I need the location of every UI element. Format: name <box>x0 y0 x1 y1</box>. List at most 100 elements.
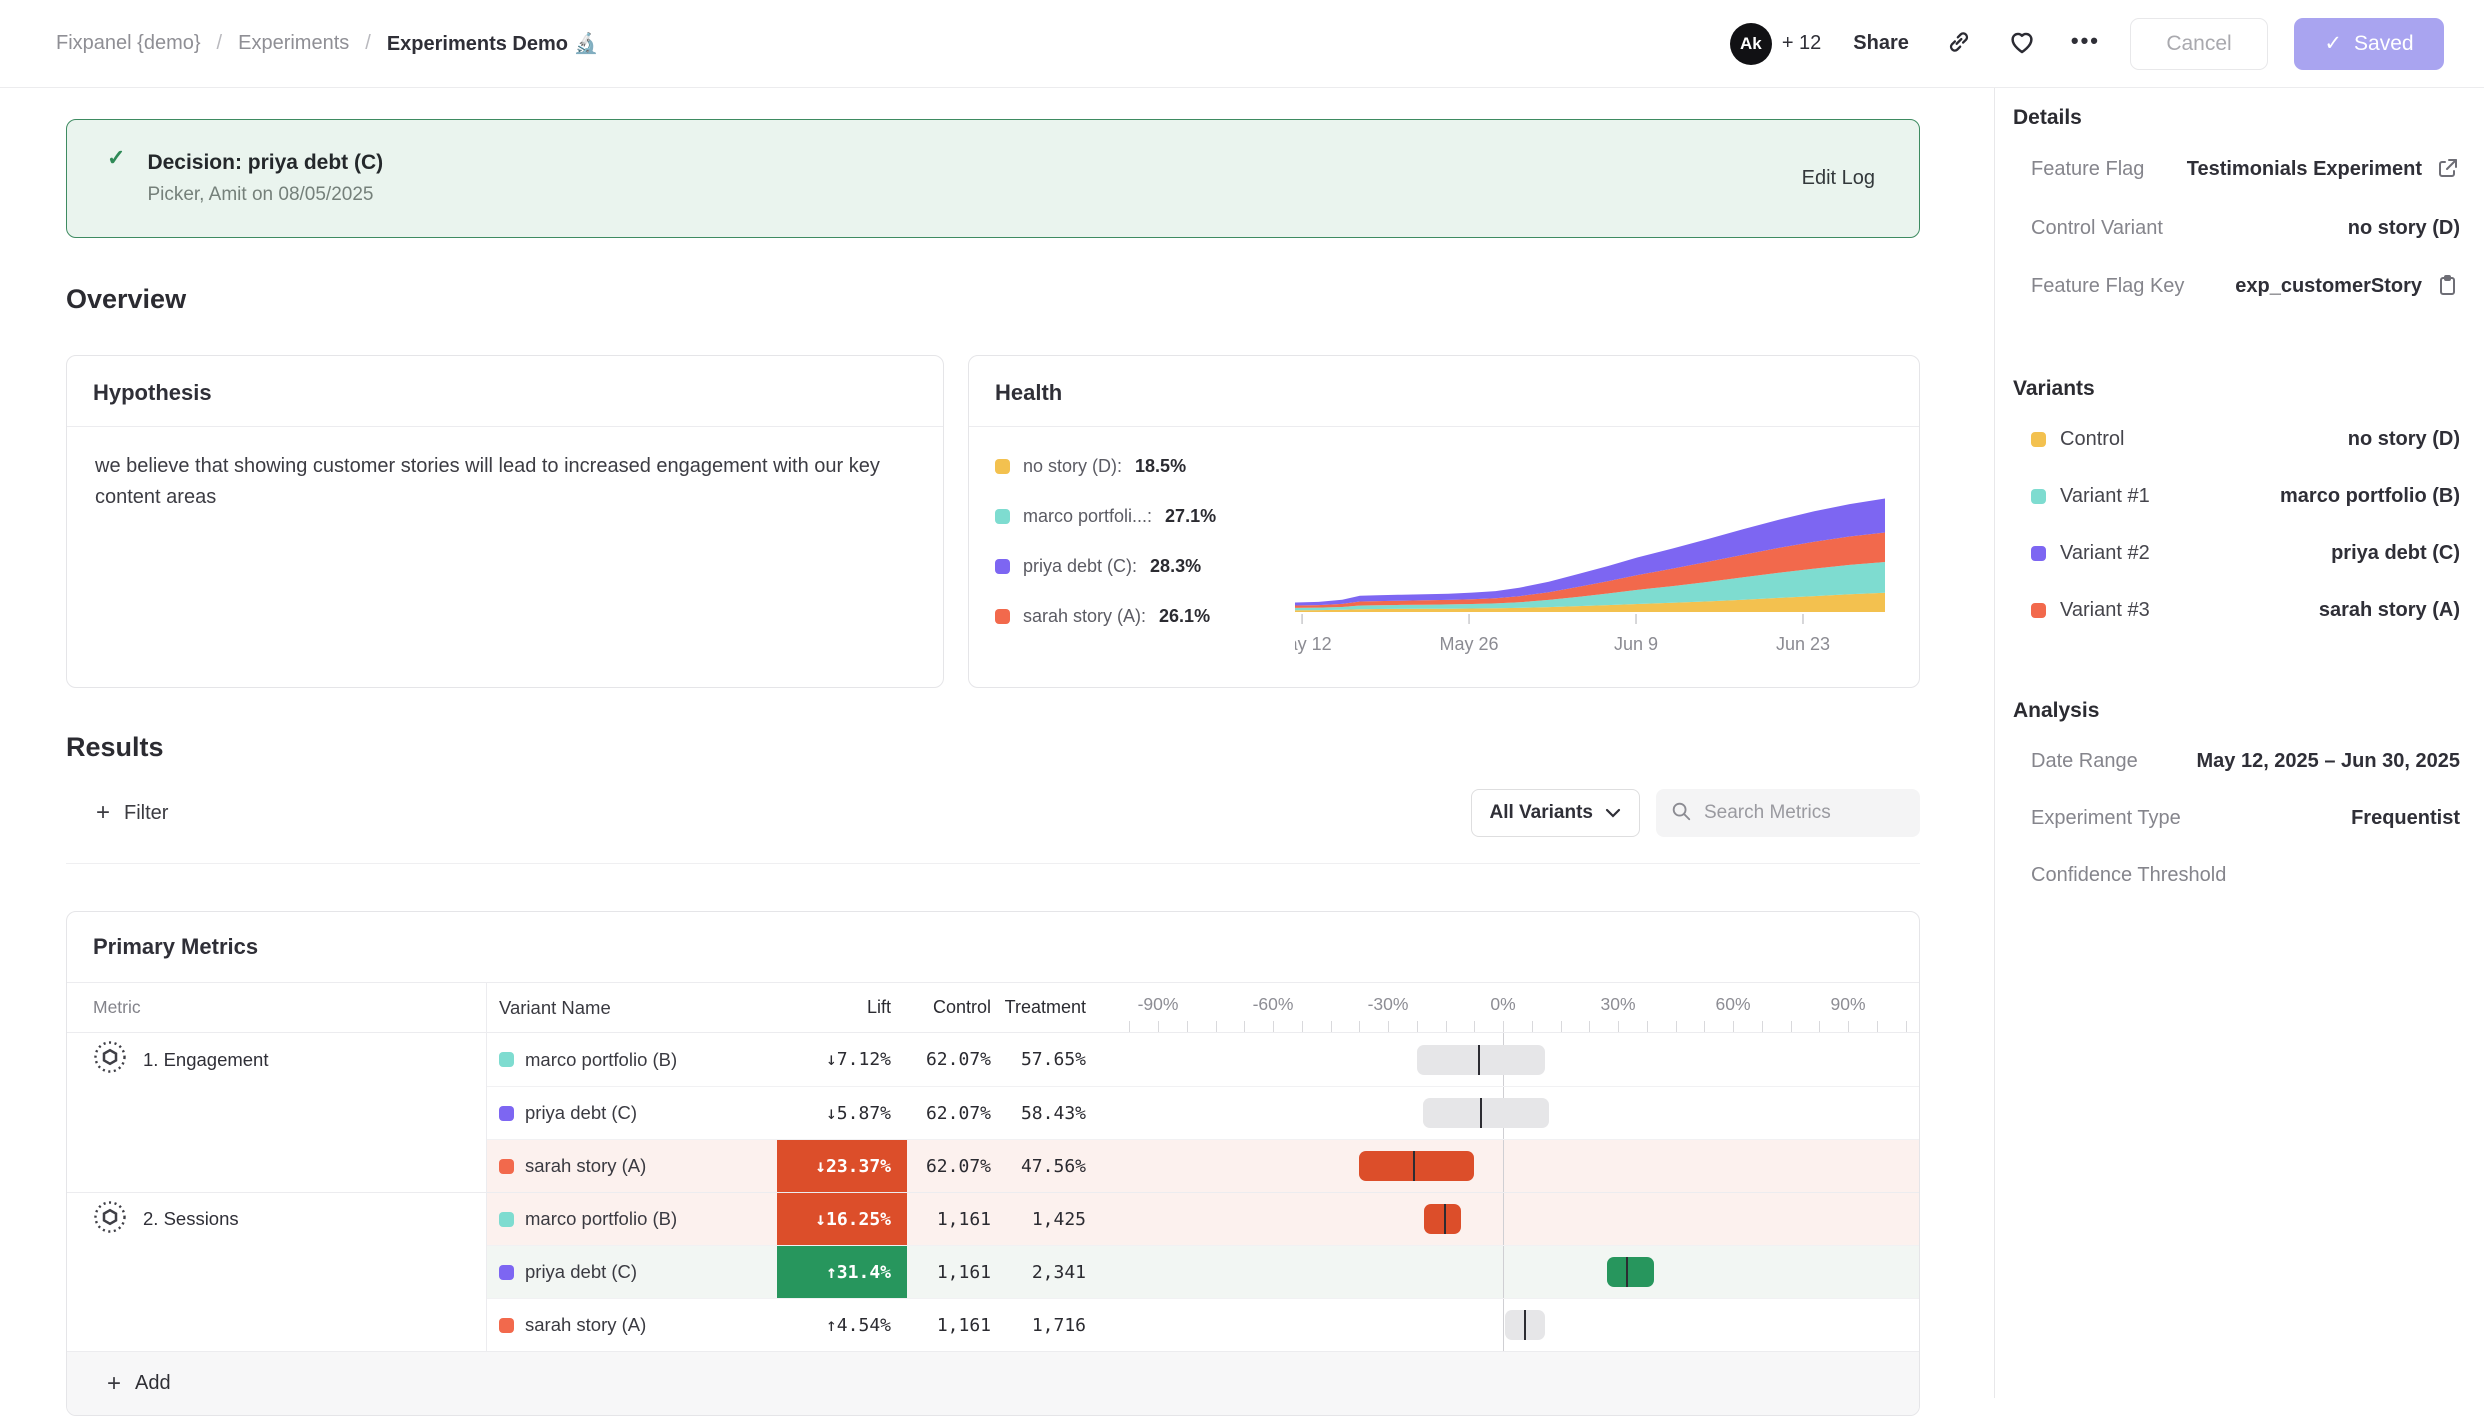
metric-row[interactable]: 2. Sessions marco portfolio (B) ↓16.25%1,1… <box>67 1192 1919 1245</box>
metric-row[interactable]: sarah story (A)↓23.37%62.07%47.56% <box>67 1139 1919 1192</box>
variant-row-left: Variant #3 <box>2031 599 2150 622</box>
breadcrumb-section[interactable]: Experiments <box>238 32 349 55</box>
legend-variant-name: sarah story (A): <box>1023 606 1146 627</box>
decision-banner: ✓ Decision: priya debt (C) Picker, Amit … <box>66 119 1920 238</box>
results-heading: Results <box>66 732 1920 763</box>
health-legend-item: no story (D):18.5% <box>995 456 1295 477</box>
add-metric-label: Add <box>135 1372 171 1395</box>
variant-name-label: priya debt (C) <box>525 1102 637 1124</box>
variant-row-label: Control <box>2060 428 2124 451</box>
metric-cell: 2. Sessions <box>67 1192 487 1245</box>
collaborator-count[interactable]: + 12 <box>1782 32 1821 55</box>
ruler-tick <box>1417 1021 1418 1032</box>
analysis-row-label: Experiment Type <box>2031 807 2181 830</box>
variant-color-swatch <box>995 609 1010 624</box>
ruler-tick <box>1618 1021 1619 1032</box>
variant-row: Variant #3 sarah story (A) <box>2031 598 2460 622</box>
analysis-row: Date RangeMay 12, 2025 – Jun 30, 2025 <box>2031 749 2460 773</box>
health-title: Health <box>969 356 1919 427</box>
breadcrumb-separator: / <box>217 32 223 55</box>
variants-heading: Variants <box>2013 377 2462 401</box>
metric-row[interactable]: 1. Engagementmarco portfolio (B)↓7.12%62… <box>67 1033 1919 1086</box>
ruler-tick <box>1762 1021 1763 1032</box>
favorite-button[interactable] <box>2003 23 2041 64</box>
metric-cell: 1. Engagement <box>67 1033 487 1086</box>
external-link-button[interactable] <box>2436 156 2460 183</box>
variant-color-swatch <box>499 1318 514 1333</box>
metric-target-icon <box>93 1200 127 1239</box>
primary-metrics-table: MetricVariant NameLiftControlTreatment-9… <box>67 983 1919 1351</box>
add-filter-button[interactable]: + Filter <box>90 800 174 826</box>
treatment-value-cell: 47.56% <box>1007 1139 1102 1192</box>
treatment-value-cell: 58.43% <box>1007 1086 1102 1139</box>
health-card: Health no story (D):18.5%marco portfoli.… <box>968 355 1920 688</box>
point-estimate-tick <box>1413 1151 1415 1181</box>
copy-button[interactable] <box>2436 273 2460 300</box>
variant-row-value: sarah story (A) <box>2319 599 2460 622</box>
primary-metrics-title: Primary Metrics <box>67 912 1919 983</box>
plus-icon: + <box>96 801 110 825</box>
ruler-tick <box>1819 1021 1820 1032</box>
share-button[interactable]: Share <box>1847 31 1915 56</box>
metric-cell <box>67 1139 487 1192</box>
analysis-row-label: Date Range <box>2031 750 2138 773</box>
more-options-button[interactable]: ••• <box>2067 24 2104 64</box>
confidence-interval-bar <box>1423 1098 1550 1128</box>
variant-name-label: priya debt (C) <box>525 1261 637 1283</box>
saved-button[interactable]: ✓ Saved <box>2294 18 2444 70</box>
column-header-treatment: Treatment <box>1007 983 1102 1032</box>
variant-row-value: priya debt (C) <box>2331 542 2460 565</box>
copy-link-button[interactable] <box>1941 24 1977 63</box>
ruler-tick <box>1331 1021 1332 1032</box>
legend-variant-value: 26.1% <box>1159 606 1210 627</box>
variant-row-value: marco portfolio (B) <box>2280 485 2460 508</box>
variant-name-label: marco portfolio (B) <box>525 1208 677 1230</box>
plus-icon: + <box>107 1372 121 1396</box>
control-value-cell: 1,161 <box>907 1192 1007 1245</box>
ruler-tick <box>1273 1021 1274 1032</box>
ruler-tick <box>1848 1021 1849 1032</box>
variants-dropdown[interactable]: All Variants <box>1471 789 1641 837</box>
edit-log-button[interactable]: Edit Log <box>1796 166 1881 191</box>
breadcrumb-project[interactable]: Fixpanel {demo} <box>56 32 201 55</box>
metric-name: 2. Sessions <box>143 1208 239 1230</box>
cancel-button[interactable]: Cancel <box>2130 18 2268 70</box>
detail-row-value: no story (D) <box>2348 217 2460 240</box>
variant-row-left: Control <box>2031 428 2124 451</box>
variant-color-swatch <box>499 1159 514 1174</box>
ruler-tick <box>1187 1021 1188 1032</box>
health-legend-item: sarah story (A): 26.1% <box>995 606 1295 627</box>
column-header-metric: Metric <box>67 983 487 1032</box>
column-header-lift: Lift <box>777 983 907 1032</box>
avatar[interactable]: Ak <box>1730 23 1772 65</box>
variant-name-cell: marco portfolio (B) <box>487 1192 777 1245</box>
metrics-search <box>1656 789 1920 837</box>
detail-row-value-wrap: Testimonials Experiment <box>2187 156 2460 183</box>
variant-name-cell: sarah story (A) <box>487 1298 777 1351</box>
x-axis-label: Jun 9 <box>1614 634 1658 654</box>
ruler-tick <box>1158 1021 1159 1032</box>
metric-cell <box>67 1086 487 1139</box>
point-estimate-tick <box>1626 1257 1628 1287</box>
variant-row-label: Variant #2 <box>2060 542 2150 565</box>
point-estimate-tick <box>1444 1204 1446 1234</box>
metric-row[interactable]: priya debt (C)↓5.87%62.07%58.43% <box>67 1086 1919 1139</box>
metric-row[interactable]: sarah story (A)↑4.54%1,1611,716 <box>67 1298 1919 1351</box>
variant-row: Variant #1marco portfolio (B) <box>2031 484 2460 508</box>
search-metrics-input[interactable] <box>1702 801 1906 825</box>
variant-color-swatch <box>499 1106 514 1121</box>
analysis-row-value-wrap: Frequentist <box>2351 807 2460 830</box>
ruler-tick <box>1532 1021 1533 1032</box>
ruler-tick <box>1733 1021 1734 1032</box>
treatment-value-cell: 1,425 <box>1007 1192 1102 1245</box>
external-link-icon <box>2436 156 2460 183</box>
treatment-value-cell: 57.65% <box>1007 1033 1102 1086</box>
detail-row-value-wrap: no story (D) <box>2348 217 2460 240</box>
x-axis-label: May 26 <box>1440 634 1499 654</box>
add-metric-button[interactable]: + Add <box>67 1351 1919 1415</box>
lift-badge: ↓16.25% <box>777 1192 907 1245</box>
metric-cell <box>67 1298 487 1351</box>
experiment-sidebar: Details Feature FlagTestimonials Experim… <box>1994 88 2484 1398</box>
confidence-interval-cell <box>1102 1033 1919 1086</box>
metric-row[interactable]: priya debt (C)↑31.4%1,1612,341 <box>67 1245 1919 1298</box>
